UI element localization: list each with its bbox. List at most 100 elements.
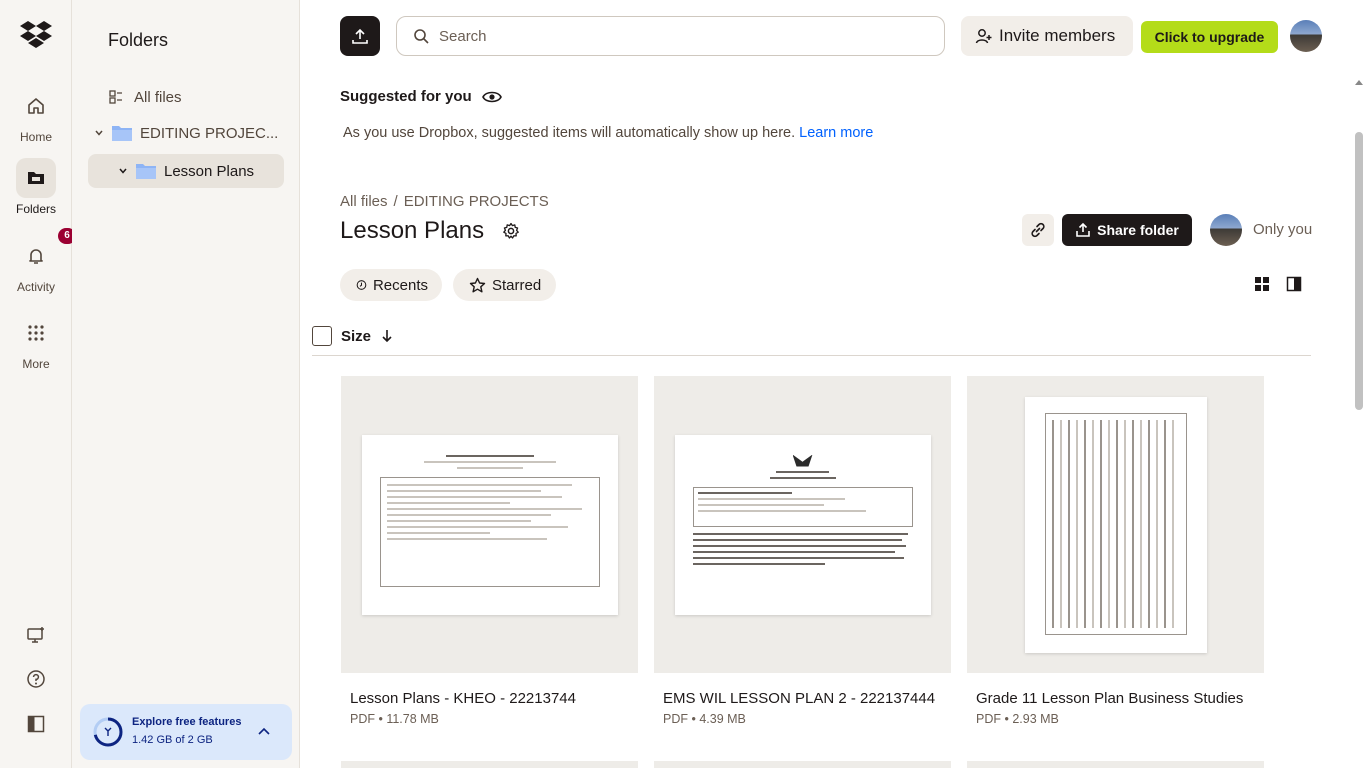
file-card-next-row — [654, 761, 951, 768]
clock-icon — [356, 280, 367, 290]
chevron-down-icon[interactable] — [90, 128, 108, 138]
share-folder-button[interactable]: Share folder — [1062, 214, 1192, 246]
nav-more[interactable]: More — [0, 313, 72, 371]
pdf-page-preview — [674, 434, 931, 615]
tree-item-label: Lesson Plans — [164, 162, 255, 180]
file-meta: PDF • 11.78 MB — [350, 712, 439, 726]
starred-label: Starred — [492, 276, 542, 294]
details-panel-icon[interactable] — [1286, 276, 1304, 294]
upload-icon — [352, 28, 368, 44]
tree-item-label: EDITING PROJEC... — [140, 124, 279, 142]
nav-home[interactable]: Home — [0, 86, 72, 144]
page-title-row: Lesson Plans — [340, 217, 520, 245]
breadcrumb-separator: / — [393, 193, 398, 210]
dropbox-logo-icon[interactable] — [20, 20, 52, 50]
file-thumbnail[interactable] — [341, 376, 638, 673]
tree-item-editing-projects[interactable]: EDITING PROJEC... — [88, 116, 284, 150]
nav-activity[interactable]: 6 Activity — [0, 228, 76, 294]
sort-size-label[interactable]: Size — [341, 328, 371, 345]
all-files-icon — [108, 89, 124, 105]
search-icon — [414, 29, 429, 44]
grid-dots-icon — [16, 313, 56, 353]
file-name[interactable]: Lesson Plans - KHEO - 22213744 — [341, 690, 638, 707]
nav-folders[interactable]: Folders — [0, 158, 72, 216]
bell-icon: 6 — [16, 228, 76, 276]
share-icon — [1076, 222, 1090, 237]
nav-home-label: Home — [19, 130, 52, 144]
file-meta: PDF • 4.39 MB — [663, 712, 746, 726]
starred-filter[interactable]: Starred — [453, 269, 556, 301]
file-thumbnail[interactable] — [967, 376, 1264, 673]
link-icon — [1031, 222, 1045, 238]
recents-filter[interactable]: Recents — [340, 269, 442, 301]
chevron-up-icon[interactable] — [256, 724, 272, 745]
folder-icon — [136, 163, 156, 179]
arrow-down-icon[interactable] — [380, 328, 394, 349]
eye-icon[interactable] — [481, 89, 502, 105]
desktop-icon[interactable] — [24, 623, 48, 647]
file-card[interactable]: EMS WIL LESSON PLAN 2 - 222137444 PDF • … — [654, 376, 951, 726]
add-user-icon — [975, 29, 992, 44]
scrollbar[interactable] — [1352, 74, 1366, 768]
folder-tree-sidebar: Folders All files EDITING PROJEC... Less… — [72, 0, 300, 768]
storage-ring-icon — [92, 716, 124, 748]
file-meta: PDF • 2.93 MB — [976, 712, 1059, 726]
avatar[interactable] — [1290, 20, 1322, 52]
file-card[interactable]: Grade 11 Lesson Plan Business Studies PD… — [967, 376, 1264, 726]
upload-button[interactable] — [340, 16, 380, 56]
global-nav-rail: Home Folders 6 Activity More — [0, 0, 76, 768]
page-title: Lesson Plans — [340, 217, 485, 244]
home-icon — [16, 86, 56, 126]
search-placeholder: Search — [439, 27, 487, 45]
select-all-checkbox[interactable] — [312, 326, 332, 346]
scroll-up-arrow-icon[interactable] — [1355, 80, 1363, 85]
panel-toggle-icon[interactable] — [24, 712, 48, 736]
invite-members-button[interactable]: Invite members — [961, 16, 1133, 56]
main-content: Search Invite members Click to upgrade S… — [300, 0, 1366, 768]
sidebar-title: Folders — [108, 30, 169, 50]
help-icon[interactable] — [24, 667, 48, 691]
tree-item-label: All files — [134, 88, 182, 106]
file-name[interactable]: Grade 11 Lesson Plan Business Studies — [967, 690, 1264, 707]
pdf-page-preview — [1024, 396, 1207, 653]
suggested-title: Suggested for you — [340, 88, 472, 105]
breadcrumb-editing-projects[interactable]: EDITING PROJECTS — [404, 193, 549, 210]
tree-item-all-files[interactable]: All files — [88, 80, 284, 114]
chevron-down-icon[interactable] — [114, 166, 132, 176]
gear-icon[interactable] — [502, 222, 520, 240]
search-input[interactable]: Search — [396, 16, 945, 56]
invite-label: Invite members — [999, 26, 1116, 45]
folder-icon — [112, 125, 132, 141]
explore-title: Explore free features — [132, 716, 242, 728]
learn-more-link[interactable]: Learn more — [799, 125, 873, 141]
folder-icon — [16, 158, 56, 198]
access-label: Only you — [1253, 221, 1313, 238]
university-logo-icon — [792, 454, 813, 467]
nav-more-label: More — [22, 357, 50, 371]
pdf-page-preview — [361, 434, 618, 615]
scrollbar-thumb[interactable] — [1355, 132, 1363, 410]
upgrade-button[interactable]: Click to upgrade — [1141, 21, 1278, 53]
member-avatar[interactable] — [1210, 214, 1242, 246]
recents-label: Recents — [372, 276, 428, 294]
file-card-next-row — [967, 761, 1264, 768]
star-icon — [469, 277, 486, 292]
share-folder-label: Share folder — [1097, 222, 1179, 238]
tree-item-lesson-plans[interactable]: Lesson Plans — [88, 154, 284, 188]
copy-link-button[interactable] — [1022, 214, 1054, 246]
suggested-text: As you use Dropbox, suggested items will… — [343, 125, 796, 141]
grid-view-icon[interactable] — [1254, 276, 1272, 294]
breadcrumb: All files / EDITING PROJECTS — [340, 193, 549, 210]
file-card-next-row — [341, 761, 638, 768]
suggested-description: As you use Dropbox, suggested items will… — [343, 125, 873, 141]
sort-header: Size — [312, 325, 1311, 356]
breadcrumb-all-files[interactable]: All files — [340, 193, 388, 210]
nav-activity-label: Activity — [16, 280, 55, 294]
file-thumbnail[interactable] — [654, 376, 951, 673]
storage-usage: 1.42 GB of 2 GB — [132, 734, 213, 746]
suggested-heading: Suggested for you — [340, 88, 502, 105]
file-name[interactable]: EMS WIL LESSON PLAN 2 - 222137444 — [654, 690, 951, 707]
explore-features-card[interactable]: Explore free features 1.42 GB of 2 GB — [80, 704, 292, 760]
nav-folders-label: Folders — [15, 202, 56, 216]
file-card[interactable]: Lesson Plans - KHEO - 22213744 PDF • 11.… — [341, 376, 638, 726]
